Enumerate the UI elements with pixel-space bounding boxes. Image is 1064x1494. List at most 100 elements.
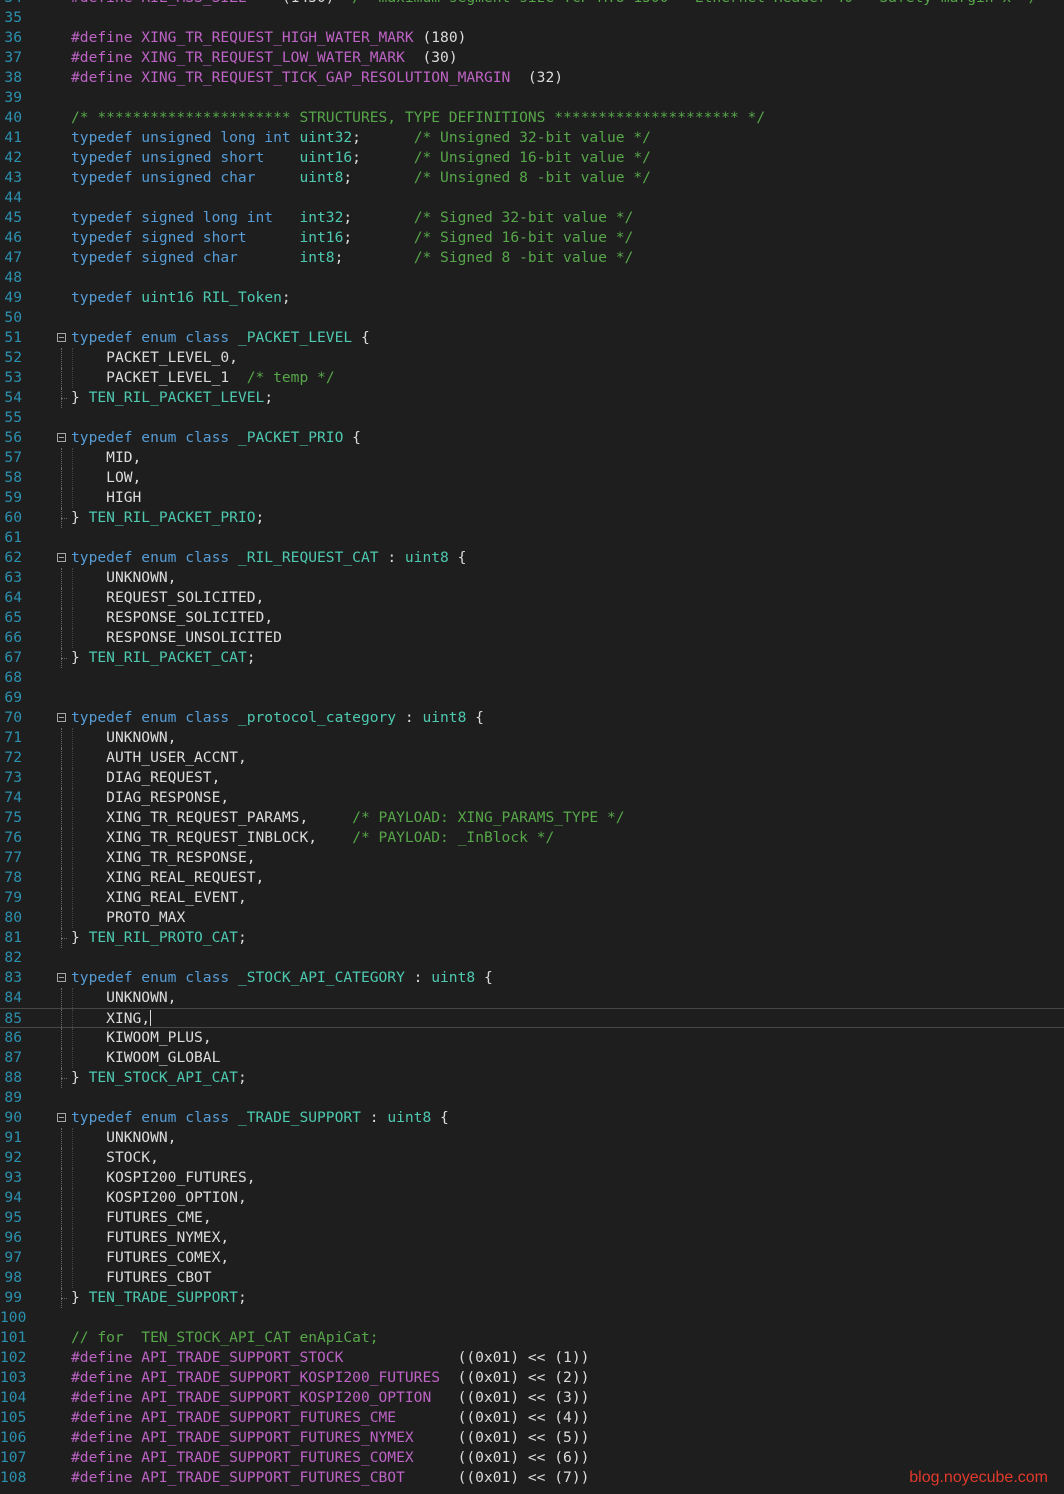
code-line-108[interactable]: 108 #define API_TRADE_SUPPORT_FUTURES_CBO… — [0, 1468, 1064, 1488]
code-line-77[interactable]: 77 XING_TR_RESPONSE, — [0, 848, 1064, 868]
code-line-49[interactable]: 49 typedef uint16 RIL_Token; — [0, 288, 1064, 308]
code-line-70[interactable]: 70 typedef enum class _protocol_category … — [0, 708, 1064, 728]
code-line-39[interactable]: 39 — [0, 88, 1064, 108]
code-text: #define RIL_MSS_SIZE (1450) /* maximum s… — [71, 0, 1038, 8]
code-token: , — [202, 1029, 212, 1046]
code-line-91[interactable]: 91 UNKNOWN, — [0, 1128, 1064, 1148]
code-line-79[interactable]: 79 XING_REAL_EVENT, — [0, 888, 1064, 908]
code-line-65[interactable]: 65 RESPONSE_SOLICITED, — [0, 608, 1064, 628]
code-line-100[interactable]: 100 — [0, 1308, 1064, 1328]
code-line-83[interactable]: 83 typedef enum class _STOCK_API_CATEGORY… — [0, 968, 1064, 988]
code-line-42[interactable]: 42 typedef unsigned short uint16; /* Unsi… — [0, 148, 1064, 168]
code-line-94[interactable]: 94 KOSPI200_OPTION, — [0, 1188, 1064, 1208]
code-line-46[interactable]: 46 typedef signed short int16; /* Signed … — [0, 228, 1064, 248]
code-line-50[interactable]: 50 — [0, 308, 1064, 328]
code-line-58[interactable]: 58 LOW, — [0, 468, 1064, 488]
code-text: #define API_TRADE_SUPPORT_FUTURES_CME ((… — [71, 1408, 589, 1428]
code-line-96[interactable]: 96 FUTURES_NYMEX, — [0, 1228, 1064, 1248]
code-line-87[interactable]: 87 KIWOOM_GLOBAL — [0, 1048, 1064, 1068]
code-line-82[interactable]: 82 — [0, 948, 1064, 968]
code-line-69[interactable]: 69 — [0, 688, 1064, 708]
code-line-93[interactable]: 93 KOSPI200_FUTURES, — [0, 1168, 1064, 1188]
line-number: 62 — [4, 549, 22, 566]
code-line-64[interactable]: 64 REQUEST_SOLICITED, — [0, 588, 1064, 608]
collapse-toggle-icon[interactable] — [57, 333, 66, 342]
code-line-62[interactable]: 62 typedef enum class _RIL_REQUEST_CAT : … — [0, 548, 1064, 568]
code-line-51[interactable]: 51 typedef enum class _PACKET_LEVEL { — [0, 328, 1064, 348]
collapse-toggle-icon[interactable] — [57, 1113, 66, 1122]
code-line-88[interactable]: 88} TEN_STOCK_API_CAT; — [0, 1068, 1064, 1088]
collapse-toggle-icon[interactable] — [57, 433, 66, 442]
code-line-99[interactable]: 99} TEN_TRADE_SUPPORT; — [0, 1288, 1064, 1308]
code-line-92[interactable]: 92 STOCK, — [0, 1148, 1064, 1168]
code-line-103[interactable]: 103 #define API_TRADE_SUPPORT_KOSPI200_FU… — [0, 1368, 1064, 1388]
code-line-71[interactable]: 71 UNKNOWN, — [0, 728, 1064, 748]
code-text: MID, — [71, 448, 141, 468]
code-line-84[interactable]: 84 UNKNOWN, — [0, 988, 1064, 1008]
code-line-45[interactable]: 45 typedef signed long int int32; /* Sign… — [0, 208, 1064, 228]
code-token: MID — [106, 449, 133, 466]
code-line-36[interactable]: 36 #define XING_TR_REQUEST_HIGH_WATER_MAR… — [0, 28, 1064, 48]
code-line-105[interactable]: 105 #define API_TRADE_SUPPORT_FUTURES_CME… — [0, 1408, 1064, 1428]
code-line-59[interactable]: 59 HIGH — [0, 488, 1064, 508]
code-line-67[interactable]: 67} TEN_RIL_PACKET_CAT; — [0, 648, 1064, 668]
code-line-104[interactable]: 104 #define API_TRADE_SUPPORT_KOSPI200_OP… — [0, 1388, 1064, 1408]
code-line-78[interactable]: 78 XING_REAL_REQUEST, — [0, 868, 1064, 888]
code-line-38[interactable]: 38 #define XING_TR_REQUEST_TICK_GAP_RESOL… — [0, 68, 1064, 88]
line-number: 93 — [4, 1169, 22, 1186]
code-line-48[interactable]: 48 — [0, 268, 1064, 288]
code-line-81[interactable]: 81} TEN_RIL_PROTO_CAT; — [0, 928, 1064, 948]
code-line-98[interactable]: 98 FUTURES_CBOT — [0, 1268, 1064, 1288]
code-token: typedef enum class — [71, 1109, 238, 1126]
code-line-35[interactable]: 35 — [0, 8, 1064, 28]
code-line-54[interactable]: 54} TEN_RIL_PACKET_LEVEL; — [0, 388, 1064, 408]
code-line-74[interactable]: 74 DIAG_RESPONSE, — [0, 788, 1064, 808]
code-token: { — [466, 709, 484, 726]
collapse-toggle-icon[interactable] — [57, 973, 66, 982]
code-line-89[interactable]: 89 — [0, 1088, 1064, 1108]
code-line-85[interactable]: 85 XING, — [0, 1008, 1064, 1029]
code-line-107[interactable]: 107 #define API_TRADE_SUPPORT_FUTURES_COM… — [0, 1448, 1064, 1468]
code-line-60[interactable]: 60} TEN_RIL_PACKET_PRIO; — [0, 508, 1064, 528]
code-line-106[interactable]: 106 #define API_TRADE_SUPPORT_FUTURES_NYM… — [0, 1428, 1064, 1448]
code-line-68[interactable]: 68 — [0, 668, 1064, 688]
code-line-44[interactable]: 44 — [0, 188, 1064, 208]
code-line-61[interactable]: 61 — [0, 528, 1064, 548]
code-line-95[interactable]: 95 FUTURES_CME, — [0, 1208, 1064, 1228]
code-line-41[interactable]: 41 typedef unsigned long int uint32; /* U… — [0, 128, 1064, 148]
code-line-34[interactable]: 34 #define RIL_MSS_SIZE (1450) /* maximum… — [0, 0, 1064, 8]
code-line-76[interactable]: 76 XING_TR_REQUEST_INBLOCK, /* PAYLOAD: … — [0, 828, 1064, 848]
code-line-75[interactable]: 75 XING_TR_REQUEST_PARAMS, /* PAYLOAD: X… — [0, 808, 1064, 828]
collapse-toggle-icon[interactable] — [57, 553, 66, 562]
code-line-63[interactable]: 63 UNKNOWN, — [0, 568, 1064, 588]
code-line-80[interactable]: 80 PROTO_MAX — [0, 908, 1064, 928]
collapse-toggle-icon[interactable] — [57, 713, 66, 722]
code-line-66[interactable]: 66 RESPONSE_UNSOLICITED — [0, 628, 1064, 648]
code-line-102[interactable]: 102 #define API_TRADE_SUPPORT_STOCK ((0x0… — [0, 1348, 1064, 1368]
code-line-97[interactable]: 97 FUTURES_COMEX, — [0, 1248, 1064, 1268]
code-line-52[interactable]: 52 PACKET_LEVEL_0, — [0, 348, 1064, 368]
code-line-73[interactable]: 73 DIAG_REQUEST, — [0, 768, 1064, 788]
code-line-101[interactable]: 101 // for TEN_STOCK_API_CAT enApiCat; — [0, 1328, 1064, 1348]
code-line-86[interactable]: 86 KIWOOM_PLUS, — [0, 1028, 1064, 1048]
code-line-72[interactable]: 72 AUTH_USER_ACCNT, — [0, 748, 1064, 768]
code-text: #define XING_TR_REQUEST_HIGH_WATER_MARK … — [71, 28, 466, 48]
code-line-47[interactable]: 47 typedef signed char int8; /* Signed 8 … — [0, 248, 1064, 268]
code-line-57[interactable]: 57 MID, — [0, 448, 1064, 468]
code-token: KIWOOM_GLOBAL — [106, 1049, 221, 1066]
code-line-55[interactable]: 55 — [0, 408, 1064, 428]
code-line-37[interactable]: 37 #define XING_TR_REQUEST_LOW_WATER_MARK… — [0, 48, 1064, 68]
code-line-43[interactable]: 43 typedef unsigned char uint8; /* Unsign… — [0, 168, 1064, 188]
code-line-90[interactable]: 90 typedef enum class _TRADE_SUPPORT : ui… — [0, 1108, 1064, 1128]
code-editor[interactable]: 34 #define RIL_MSS_SIZE (1450) /* maximum… — [0, 0, 1064, 1488]
fold-guide — [61, 1128, 62, 1148]
code-token: typedef enum class — [71, 549, 238, 566]
code-line-40[interactable]: 40 /* ********************** STRUCTURES, … — [0, 108, 1064, 128]
code-line-56[interactable]: 56 typedef enum class _PACKET_PRIO { — [0, 428, 1064, 448]
line-number: 82 — [4, 949, 22, 966]
code-line-53[interactable]: 53 PACKET_LEVEL_1 /* temp */ — [0, 368, 1064, 388]
